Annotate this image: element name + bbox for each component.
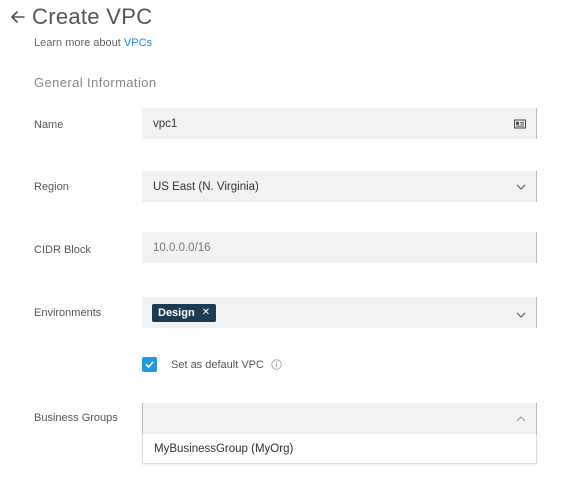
business-groups-select[interactable] xyxy=(142,403,537,434)
chevron-down-icon xyxy=(516,312,526,318)
environment-chip-label: Design xyxy=(158,306,195,319)
page-header: Create VPC xyxy=(10,4,152,30)
region-label: Region xyxy=(34,181,69,193)
environments-label: Environments xyxy=(34,307,102,319)
business-groups-label: Business Groups xyxy=(34,412,118,424)
name-input-value: vpc1 xyxy=(153,117,178,130)
default-vpc-label: Set as default VPC xyxy=(171,358,264,371)
chip-remove-icon[interactable]: ✕ xyxy=(202,307,210,318)
default-vpc-checkbox[interactable] xyxy=(142,357,157,372)
id-card-icon[interactable] xyxy=(514,119,526,128)
learn-more-prefix: Learn more about xyxy=(34,37,124,49)
default-vpc-row: Set as default VPC xyxy=(142,357,282,372)
page-title: Create VPC xyxy=(32,4,153,29)
business-groups-dropdown: MyBusinessGroup (MyOrg) xyxy=(142,434,537,464)
chevron-down-icon xyxy=(516,184,526,190)
environment-chip: Design ✕ xyxy=(152,303,217,322)
info-icon[interactable] xyxy=(271,359,282,370)
section-title-general-information: General Information xyxy=(34,75,157,90)
check-icon xyxy=(145,361,154,368)
name-label: Name xyxy=(34,119,64,131)
name-input[interactable]: vpc1 xyxy=(142,108,537,139)
region-select[interactable]: US East (N. Virginia) xyxy=(142,171,537,202)
cidr-block-value: 10.0.0.0/16 xyxy=(153,241,211,254)
cidr-block-input[interactable]: 10.0.0.0/16 xyxy=(142,232,537,263)
dropdown-option[interactable]: MyBusinessGroup (MyOrg) xyxy=(154,443,293,455)
cidr-block-label: CIDR Block xyxy=(34,244,91,256)
create-vpc-page: Create VPC Learn more about VPCs General… xyxy=(0,0,566,480)
chevron-up-icon xyxy=(516,415,526,421)
region-select-value: US East (N. Virginia) xyxy=(153,180,259,193)
learn-more-text: Learn more about VPCs xyxy=(34,37,152,49)
vpcs-link[interactable]: VPCs xyxy=(124,37,152,49)
arrow-left-icon[interactable] xyxy=(10,9,26,25)
environments-multiselect[interactable]: Design ✕ xyxy=(142,297,537,328)
